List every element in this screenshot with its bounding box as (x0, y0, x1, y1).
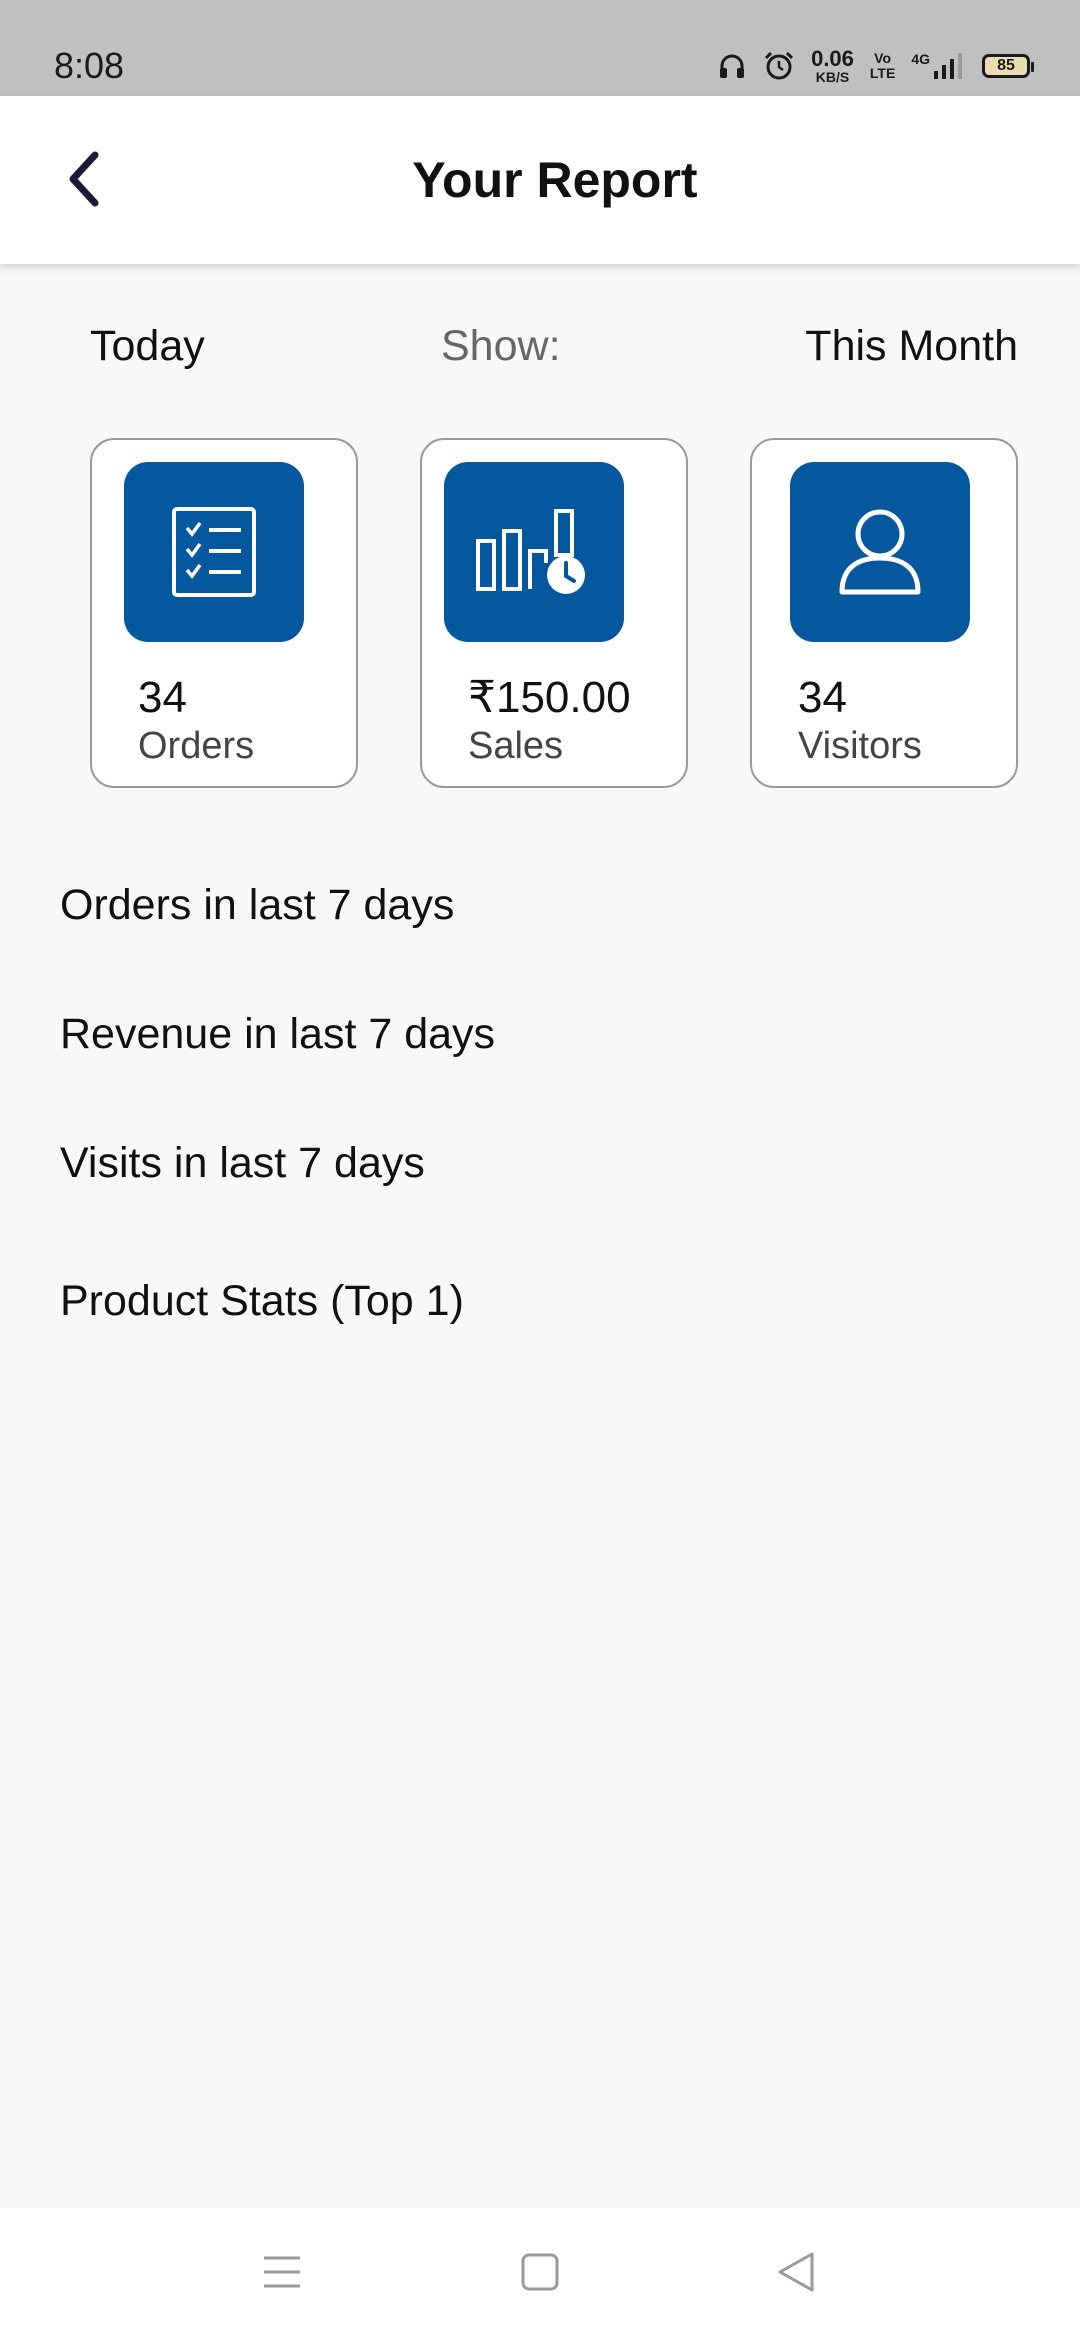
user-icon (790, 462, 970, 642)
visitors-value: 34 (798, 673, 847, 722)
battery-level: 85 (997, 57, 1015, 74)
headset-icon (717, 51, 747, 81)
status-time: 8:08 (54, 45, 125, 86)
checklist-icon (124, 462, 304, 642)
visitors-card[interactable]: 34 Visitors (750, 438, 1018, 788)
menu-icon (262, 2254, 302, 2295)
orders-card[interactable]: 34 Orders (90, 438, 358, 788)
volte-indicator: Vo LTE (870, 51, 895, 81)
orders-value: 34 (138, 673, 187, 722)
app-bar: Your Report (0, 96, 1080, 264)
back-button[interactable] (50, 146, 120, 216)
orders-label: Orders (138, 725, 255, 767)
revenue-last-7-days-heading: Revenue in last 7 days (60, 1010, 496, 1058)
chevron-left-icon (65, 151, 105, 212)
product-stats-heading: Product Stats (Top 1) (60, 1277, 464, 1325)
page-title-text: Your Report (412, 152, 698, 208)
network-type: 4G (911, 51, 930, 67)
sales-label: Sales (468, 725, 564, 767)
period-filter: Today Show: This Month (0, 322, 1080, 382)
home-square-icon (520, 2252, 560, 2297)
page-title: Your Report (0, 96, 1080, 264)
filter-today[interactable]: Today (90, 322, 205, 371)
status-bar: 8:08 0.06 KB/S Vo LTE 4G 85 (0, 0, 1080, 96)
signal-icon: 4G (911, 51, 966, 81)
net-speed-unit: KB/S (815, 69, 850, 85)
system-nav-bar (0, 2208, 1080, 2340)
orders-last-7-days-heading: Orders in last 7 days (60, 881, 455, 929)
visits-last-7-days-heading: Visits in last 7 days (60, 1139, 425, 1187)
sales-card[interactable]: ₹150.00 Sales (420, 438, 688, 788)
status-icons: 0.06 KB/S Vo LTE 4G 85 (717, 44, 1034, 88)
net-speed: 0.06 KB/S (811, 46, 854, 85)
visitors-label: Visitors (798, 725, 922, 767)
battery-icon: 85 (982, 54, 1034, 78)
volte-top: Vo (874, 50, 892, 66)
filter-this-month[interactable]: This Month (805, 322, 1018, 371)
back-triangle-icon (776, 2250, 816, 2299)
nav-menu-button[interactable] (252, 2244, 312, 2304)
nav-home-button[interactable] (510, 2244, 570, 2304)
sales-value: ₹150.00 (468, 673, 631, 722)
volte-bottom: LTE (869, 65, 896, 81)
net-speed-value: 0.06 (811, 46, 854, 71)
alarm-icon (763, 50, 795, 82)
filter-show-label: Show: (441, 322, 561, 370)
bar-chart-clock-icon (444, 462, 624, 642)
nav-back-button[interactable] (766, 2244, 826, 2304)
